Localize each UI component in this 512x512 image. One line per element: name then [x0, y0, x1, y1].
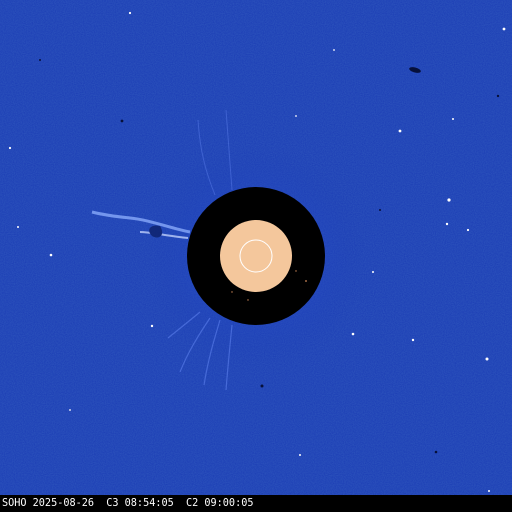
coronagraph-image [0, 0, 512, 512]
sun-disk [220, 220, 292, 292]
caption-bar: SOHO 2025-08-26 C3 08:54:05 C2 09:00:05 [0, 495, 512, 512]
caption-text: SOHO 2025-08-26 C3 08:54:05 C2 09:00:05 [2, 498, 254, 509]
